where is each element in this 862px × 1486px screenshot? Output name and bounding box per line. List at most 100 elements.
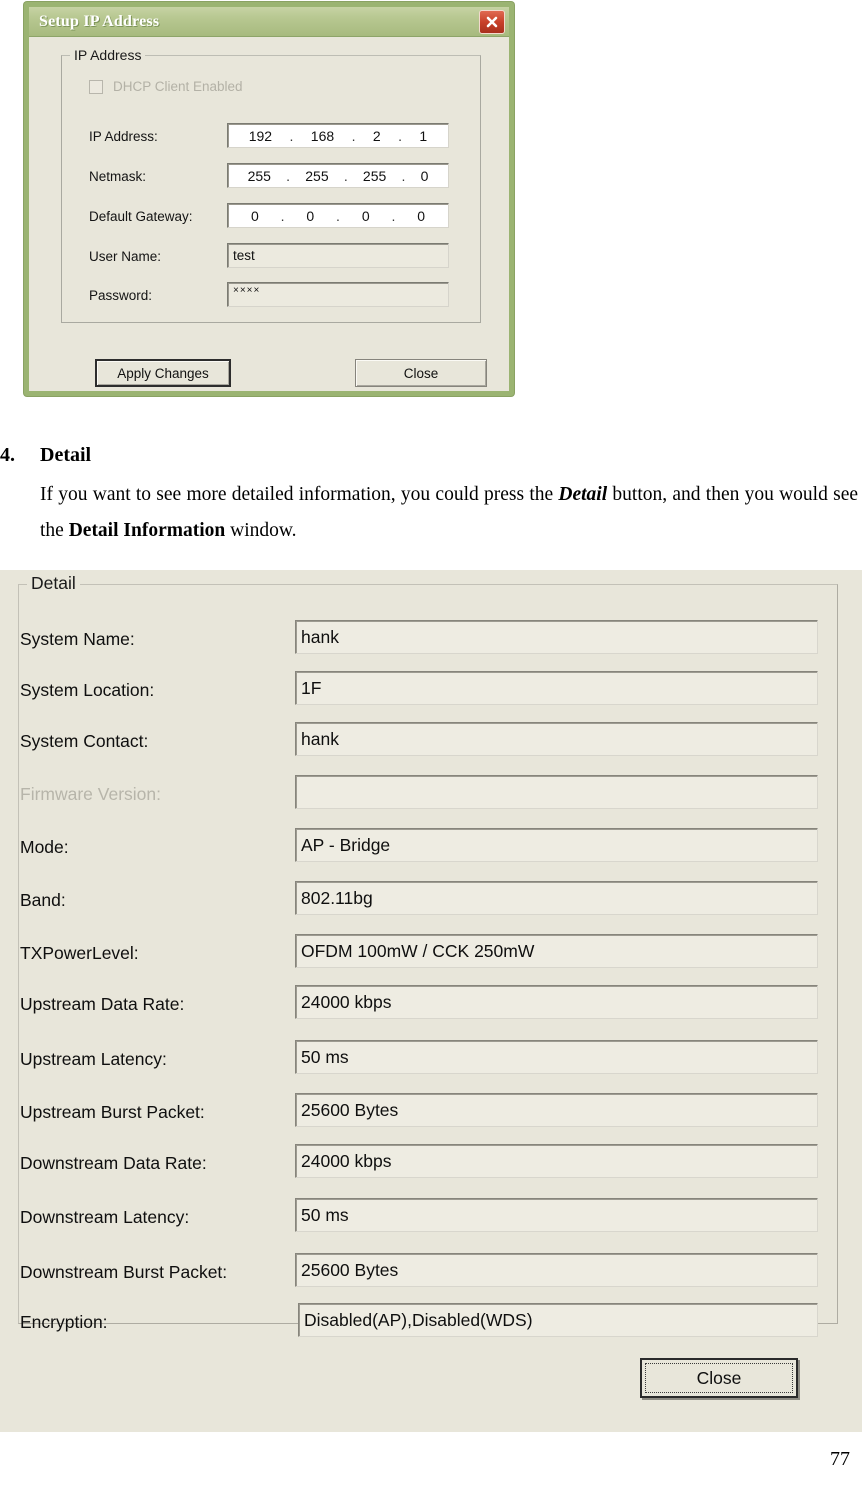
default-gateway-label: Default Gateway:: [89, 209, 193, 224]
detail-row-firmware-version: Firmware Version:: [20, 775, 862, 815]
apply-changes-button[interactable]: Apply Changes: [95, 359, 231, 387]
detail-value-input[interactable]: [295, 775, 818, 809]
close-x-icon[interactable]: [479, 10, 505, 34]
detail-value-input[interactable]: AP - Bridge: [295, 828, 818, 862]
octet-separator: .: [280, 207, 285, 224]
detail-row-txpowerlevel: TXPowerLevel: OFDM 100mW / CCK 250mW: [20, 934, 862, 974]
dialog-body: IP Address DHCP Client Enabled IP Addres…: [29, 37, 509, 391]
netmask-input[interactable]: 255 . 255 . 255 . 0: [227, 163, 449, 188]
octet-separator: .: [401, 167, 406, 184]
detail-value-input[interactable]: OFDM 100mW / CCK 250mW: [295, 934, 818, 968]
detail-label: Downstream Data Rate:: [20, 1153, 207, 1173]
detail-label: TXPowerLevel:: [20, 943, 139, 963]
user-name-input[interactable]: test: [227, 243, 449, 268]
detail-label: Firmware Version:: [20, 784, 162, 804]
detail-label: Downstream Burst Packet:: [20, 1262, 228, 1282]
setup-ip-address-dialog: Setup IP Address IP Address DHCP Client …: [24, 2, 514, 396]
detail-value-input[interactable]: hank: [295, 722, 818, 756]
dialog-title: Setup IP Address: [39, 12, 160, 30]
detail-label: Upstream Data Rate:: [20, 994, 185, 1014]
detail-groupbox-legend: Detail: [27, 573, 80, 594]
detail-value-input[interactable]: Disabled(AP),Disabled(WDS): [298, 1303, 818, 1337]
detail-value-input[interactable]: 24000 kbps: [295, 1144, 818, 1178]
detail-value-input[interactable]: 24000 kbps: [295, 985, 818, 1019]
detail-information-dialog: Detail System Name: hank System Location…: [0, 570, 862, 1432]
instruction-text-block: 4. Detail If you want to see more detail…: [0, 444, 862, 549]
detail-close-button-label: Close: [645, 1363, 793, 1393]
octet-2: 0: [306, 207, 315, 224]
close-button[interactable]: Close: [355, 359, 487, 387]
close-button-label: Close: [403, 365, 439, 381]
octet-separator: .: [289, 127, 294, 144]
octet-1: 192: [248, 127, 273, 144]
octet-3: 2: [372, 127, 381, 144]
detail-row-mode: Mode: AP - Bridge: [20, 828, 862, 868]
default-gateway-label-row: Default Gateway:: [89, 209, 193, 224]
ip-address-label: IP Address:: [89, 129, 158, 144]
octet-1: 255: [247, 167, 271, 184]
octet-separator: .: [336, 207, 340, 224]
ip-address-label-row: IP Address:: [89, 129, 158, 144]
dhcp-client-label: DHCP Client Enabled: [113, 79, 243, 94]
step-number: 4.: [0, 444, 15, 466]
detail-value-input[interactable]: 50 ms: [295, 1040, 818, 1074]
detail-row-upstream-latency: Upstream Latency: 50 ms: [20, 1040, 862, 1080]
detail-label: Mode:: [20, 837, 69, 857]
paragraph-part-4: window.: [225, 520, 297, 541]
detail-row-downstream-burst-packet: Downstream Burst Packet: 25600 Bytes: [20, 1253, 862, 1293]
detail-label: Band:: [20, 890, 66, 910]
step-title: Detail: [40, 444, 92, 466]
detail-row-downstream-latency: Downstream Latency: 50 ms: [20, 1198, 862, 1238]
octet-3: 255: [362, 167, 387, 184]
dhcp-client-checkbox-row[interactable]: DHCP Client Enabled: [89, 79, 243, 94]
user-name-label-row: User Name:: [89, 249, 161, 264]
detail-value-input[interactable]: 25600 Bytes: [295, 1093, 818, 1127]
dialog-title-bar: Setup IP Address: [29, 7, 509, 37]
step-heading: 4. Detail: [0, 444, 862, 467]
detail-label: System Name:: [20, 629, 135, 649]
detail-label: System Contact:: [20, 731, 149, 751]
detail-row-system-contact: System Contact: hank: [20, 722, 862, 762]
detail-value-input[interactable]: 802.11bg: [295, 881, 818, 915]
detail-value-input[interactable]: 1F: [295, 671, 818, 705]
octet-separator: .: [286, 167, 291, 184]
octet-separator: .: [351, 127, 356, 144]
document-page: Setup IP Address IP Address DHCP Client …: [0, 0, 862, 1486]
page-number: 77: [830, 1448, 850, 1470]
password-input[interactable]: ××××: [227, 282, 449, 307]
detail-label: Downstream Latency:: [20, 1207, 190, 1227]
default-gateway-input[interactable]: 0 . 0 . 0 . 0: [227, 203, 449, 228]
paragraph-part-1: If you want to see more detailed informa…: [40, 484, 559, 505]
detail-row-upstream-burst-packet: Upstream Burst Packet: 25600 Bytes: [20, 1093, 862, 1133]
paragraph-part-2: button,: [607, 484, 668, 505]
user-name-label: User Name:: [89, 249, 162, 264]
netmask-label: Netmask:: [89, 169, 147, 184]
detail-row-system-name: System Name: hank: [20, 620, 862, 660]
octet-4: 1: [419, 127, 428, 144]
octet-separator: .: [398, 127, 402, 144]
apply-changes-label: Apply Changes: [117, 365, 209, 381]
groupbox-legend: IP Address: [70, 47, 146, 63]
octet-4: 0: [417, 207, 426, 224]
detail-close-button[interactable]: Close: [640, 1358, 798, 1398]
detail-value-input[interactable]: 25600 Bytes: [295, 1253, 818, 1287]
checkbox-icon[interactable]: [89, 79, 103, 94]
paragraph-emphasis-detail: Detail: [558, 484, 608, 505]
octet-2: 255: [305, 167, 329, 184]
octet-4: 0: [420, 167, 429, 184]
ip-address-input[interactable]: 192 . 168 . 2 . 1: [227, 123, 449, 148]
detail-row-system-location: System Location: 1F: [20, 671, 862, 711]
detail-value-input[interactable]: hank: [295, 620, 818, 654]
detail-value-input[interactable]: 50 ms: [295, 1198, 818, 1232]
paragraph-emphasis-detail-information: Detail Information: [68, 520, 226, 541]
octet-separator: .: [343, 167, 348, 184]
password-label-row: Password:: [89, 288, 152, 303]
netmask-label-row: Netmask:: [89, 169, 146, 184]
detail-label: Encryption:: [20, 1312, 108, 1332]
octet-2: 168: [310, 127, 335, 144]
detail-label: Upstream Burst Packet:: [20, 1102, 205, 1122]
octet-separator: .: [391, 207, 396, 224]
octet-3: 0: [361, 207, 370, 224]
octet-1: 0: [250, 207, 259, 224]
footer-divider: [0, 1442, 862, 1443]
